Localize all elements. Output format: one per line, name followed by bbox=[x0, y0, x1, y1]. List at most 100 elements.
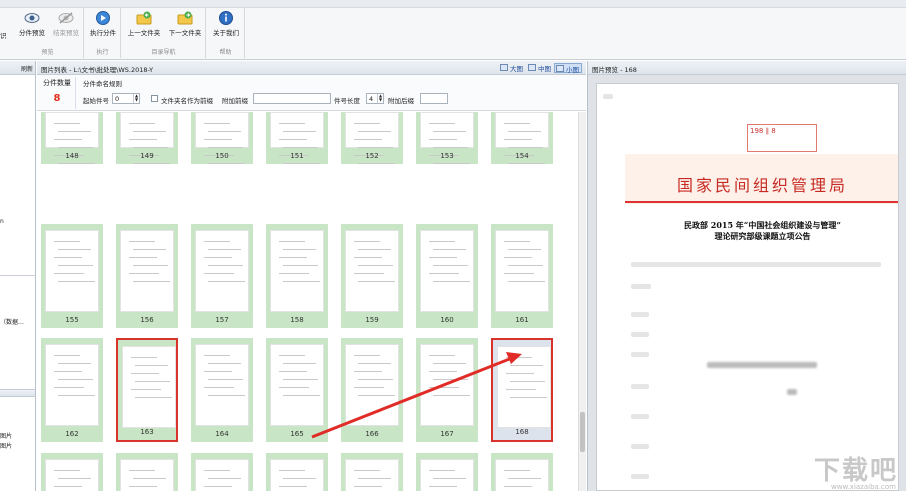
thumbnail-item[interactable]: 149 bbox=[116, 112, 178, 164]
stepper-arrows-icon[interactable]: ▲ ▼ bbox=[377, 94, 383, 103]
thumbnail-item[interactable]: 150 bbox=[191, 112, 253, 164]
thumbnail-item[interactable] bbox=[191, 453, 253, 491]
blurred-text bbox=[631, 474, 649, 479]
divider bbox=[0, 275, 35, 276]
page-number: 151 bbox=[290, 152, 304, 160]
thumbnail-item[interactable]: 162 bbox=[41, 338, 103, 442]
large-view-icon bbox=[500, 64, 508, 71]
announcement-heading-line1: 民政部 2015 年“中国社会组织建设与管理” bbox=[683, 220, 842, 230]
medium-view-icon bbox=[528, 64, 536, 71]
blurred-text bbox=[631, 262, 881, 267]
thumbnail-item[interactable]: 155 bbox=[41, 224, 103, 328]
thumbnail-item[interactable]: 167 bbox=[416, 338, 478, 442]
thumbnail-item[interactable]: 168 bbox=[491, 338, 553, 442]
about-us-button[interactable]: 关于我们 bbox=[208, 10, 244, 42]
page-number: 159 bbox=[365, 316, 379, 324]
eye-icon bbox=[24, 11, 40, 25]
page-thumbnail bbox=[45, 459, 99, 491]
suffix-input[interactable] bbox=[420, 93, 448, 104]
thumbnail-item[interactable] bbox=[341, 453, 403, 491]
medium-view-button[interactable]: 中图 bbox=[527, 63, 553, 73]
refresh-button[interactable]: 刷新 bbox=[0, 61, 35, 75]
thumbnail-item[interactable]: 166 bbox=[341, 338, 403, 442]
execute-split-button[interactable]: 执行分件 bbox=[85, 10, 121, 42]
page-thumbnail bbox=[45, 230, 99, 312]
blurred-text bbox=[631, 312, 649, 317]
small-view-button[interactable]: 小图 bbox=[554, 63, 582, 74]
folder-prev-icon bbox=[136, 11, 152, 25]
thumbnail-item[interactable]: 159 bbox=[341, 224, 403, 328]
large-view-button[interactable]: 大图 bbox=[499, 63, 525, 73]
thumbnail-item[interactable]: 148 bbox=[41, 112, 103, 164]
blurred-text bbox=[631, 414, 649, 419]
thumbnail-item[interactable]: 164 bbox=[191, 338, 253, 442]
page-thumbnail bbox=[122, 346, 176, 428]
thumbnail-item[interactable] bbox=[416, 453, 478, 491]
thumbnail-item[interactable] bbox=[116, 453, 178, 491]
thumbnail-item[interactable] bbox=[266, 453, 328, 491]
end-preview-button[interactable]: 结束预览 bbox=[48, 10, 84, 42]
folder-prefix-label: 文件夹名作为前缀 bbox=[161, 97, 213, 105]
thumbnail-item[interactable]: 151 bbox=[266, 112, 328, 164]
thumbnail-item[interactable]: 161 bbox=[491, 224, 553, 328]
scrollbar-thumb[interactable] bbox=[580, 412, 585, 452]
prefix-input[interactable] bbox=[253, 93, 331, 104]
prefix-label: 附加前缀 bbox=[222, 97, 248, 105]
page-thumbnail bbox=[345, 112, 399, 164]
organization-name: 国家民间组织管理局 bbox=[676, 176, 848, 195]
page-thumbnail bbox=[270, 230, 324, 312]
info-icon bbox=[218, 11, 234, 25]
number-length-label: 件号长度 bbox=[334, 97, 360, 105]
page-thumbnail bbox=[345, 344, 399, 426]
ribbon-group-preview: 分件预览 结束预览 预览 bbox=[12, 8, 84, 58]
thumbnail-item[interactable]: 153 bbox=[416, 112, 478, 164]
page-number: 156 bbox=[140, 316, 154, 324]
page-thumbnail bbox=[120, 112, 174, 164]
received-stamp: 198 ∥ 8 bbox=[747, 124, 817, 152]
page-thumbnail bbox=[195, 344, 249, 426]
page-thumbnail bbox=[497, 346, 551, 428]
page-number: 164 bbox=[215, 430, 229, 438]
tree-item[interactable]: n bbox=[0, 218, 4, 225]
thumbnail-item[interactable]: 152 bbox=[341, 112, 403, 164]
page-number: 168 bbox=[515, 428, 529, 436]
thumbnail-item[interactable]: 158 bbox=[266, 224, 328, 328]
naming-rule-label: 分件命名规则 bbox=[83, 80, 122, 88]
ribbon-group-execute: 执行分件 执行 bbox=[85, 8, 121, 58]
thumbnail-item[interactable]: 157 bbox=[191, 224, 253, 328]
split-count-box: 分件数量 8 bbox=[43, 79, 71, 104]
thumbnail-item[interactable] bbox=[491, 453, 553, 491]
page-thumbnail bbox=[120, 459, 174, 491]
page-thumbnail bbox=[270, 344, 324, 426]
page-number: 150 bbox=[215, 152, 229, 160]
thumbnail-item[interactable]: 163 bbox=[116, 338, 178, 442]
page-thumbnail bbox=[195, 230, 249, 312]
eye-off-icon bbox=[58, 11, 74, 25]
log-panel-header bbox=[0, 389, 35, 397]
thumbnail-item[interactable]: 165 bbox=[266, 338, 328, 442]
page-number: 161 bbox=[515, 316, 529, 324]
stepper-arrows-icon[interactable]: ▲ ▼ bbox=[133, 94, 139, 103]
small-view-icon bbox=[556, 65, 564, 72]
number-length-stepper[interactable]: 4 ▲ ▼ bbox=[366, 93, 384, 104]
start-number-stepper[interactable]: 0 ▲ ▼ bbox=[112, 93, 140, 104]
thumbnail-item[interactable]: 156 bbox=[116, 224, 178, 328]
blurred-text bbox=[631, 384, 649, 389]
thumbnail-item[interactable]: 154 bbox=[491, 112, 553, 164]
tree-item[interactable]: （数据… bbox=[0, 317, 24, 326]
image-list-title: 图片列表 - L:\文书\批处理\WS.2018-Y bbox=[41, 66, 154, 74]
thumbnail-item[interactable] bbox=[41, 453, 103, 491]
announcement-heading-line2: 理论研究部级课题立项公告 bbox=[714, 231, 811, 241]
page-number: 167 bbox=[440, 430, 454, 438]
split-preview-button[interactable]: 分件预览 bbox=[14, 10, 50, 42]
watermark-url: www.xiazaiba.com bbox=[831, 483, 896, 491]
thumbnail-scrollbar[interactable] bbox=[578, 112, 586, 491]
folder-prefix-checkbox[interactable] bbox=[151, 95, 158, 102]
next-folder-button[interactable]: 下一文件夹 bbox=[165, 10, 205, 42]
divider bbox=[75, 77, 76, 109]
prev-folder-button[interactable]: 上一文件夹 bbox=[124, 10, 164, 42]
suffix-label: 附加后缀 bbox=[388, 97, 414, 105]
split-options-panel: 分件数量 8 分件命名规则 起始件号 0 ▲ ▼ 文件夹名作为前缀 附加前缀 件号长… bbox=[37, 75, 586, 111]
page-thumbnail bbox=[45, 112, 99, 164]
thumbnail-item[interactable]: 160 bbox=[416, 224, 478, 328]
